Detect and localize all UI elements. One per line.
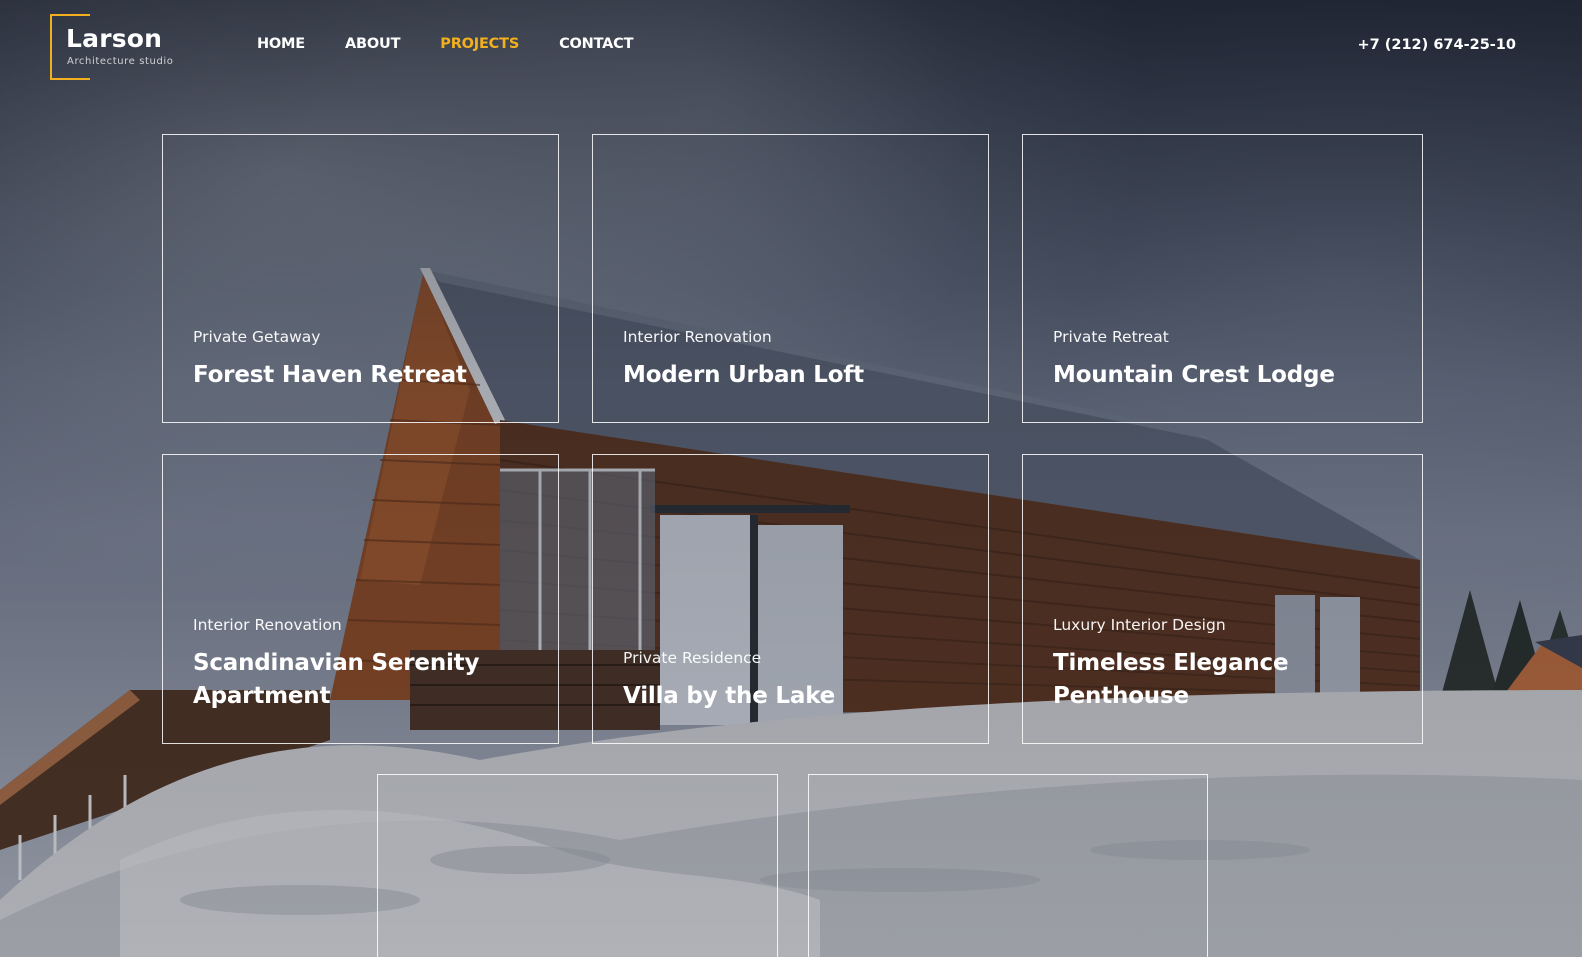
project-title: Mountain Crest Lodge	[1053, 362, 1335, 388]
project-title: Villa by the Lake	[623, 683, 836, 709]
logo-tagline: Architecture studio	[67, 56, 174, 67]
project-category: Interior Renovation	[193, 616, 342, 634]
project-card[interactable]: Interior Renovation Modern Urban Loft	[592, 134, 989, 423]
phone-number[interactable]: +7 (212) 674-25-10	[1357, 37, 1516, 53]
logo[interactable]: Larson Architecture studio	[50, 14, 180, 80]
project-title: Forest Haven Retreat	[193, 362, 467, 388]
nav-contact[interactable]: CONTACT	[559, 36, 633, 52]
project-card[interactable]	[808, 774, 1208, 957]
project-category: Interior Renovation	[623, 328, 772, 346]
project-category: Luxury Interior Design	[1053, 616, 1226, 634]
page: Larson Architecture studio HOME ABOUT PR…	[0, 0, 1582, 957]
project-card[interactable]	[377, 774, 778, 957]
project-card[interactable]: Interior Renovation Scandinavian Serenit…	[162, 454, 559, 744]
project-title: Timeless Elegance Penthouse	[1053, 650, 1289, 709]
project-category: Private Residence	[623, 649, 762, 667]
logo-name: Larson	[66, 24, 163, 53]
project-card[interactable]: Private Residence Villa by the Lake	[592, 454, 989, 744]
project-card[interactable]: Private Getaway Forest Haven Retreat	[162, 134, 559, 423]
project-card[interactable]: Private Retreat Mountain Crest Lodge	[1022, 134, 1423, 423]
main-nav: HOME ABOUT PROJECTS CONTACT	[257, 36, 633, 52]
nav-about[interactable]: ABOUT	[345, 36, 400, 52]
project-category: Private Getaway	[193, 328, 321, 346]
nav-projects[interactable]: PROJECTS	[440, 36, 519, 52]
project-category: Private Retreat	[1053, 328, 1169, 346]
project-title: Scandinavian Serenity Apartment	[193, 650, 480, 709]
project-title: Modern Urban Loft	[623, 362, 864, 388]
site-header: Larson Architecture studio HOME ABOUT PR…	[0, 0, 1582, 95]
project-card[interactable]: Luxury Interior Design Timeless Elegance…	[1022, 454, 1423, 744]
nav-home[interactable]: HOME	[257, 36, 305, 52]
